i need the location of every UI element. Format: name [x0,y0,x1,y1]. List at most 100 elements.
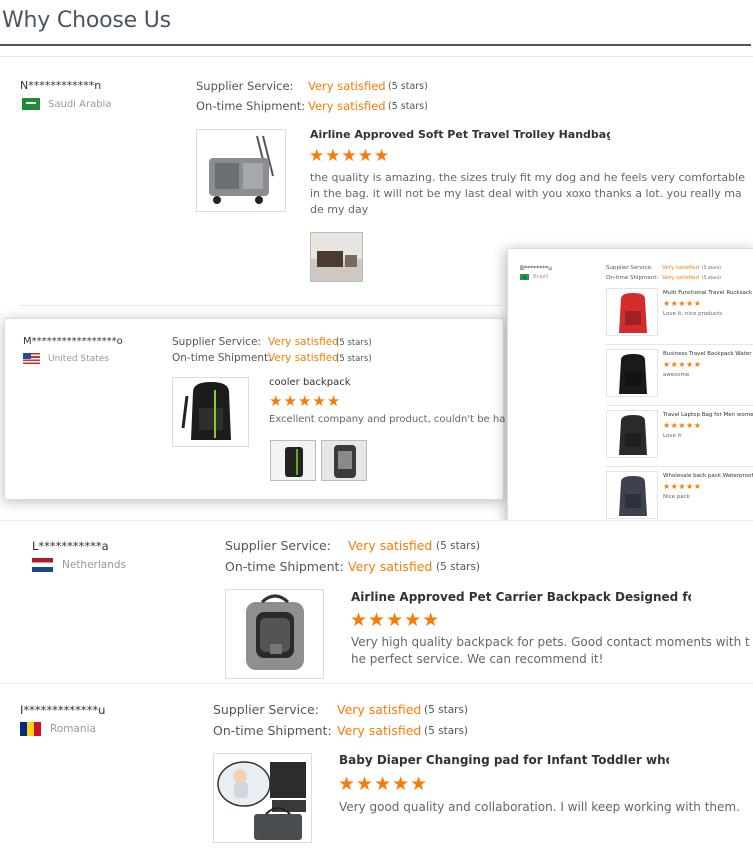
ontime-shipment-stars: (5 stars) [702,276,721,281]
review-comment: Nice pack [663,494,690,500]
rating-stars: ★★★★★ [663,360,702,369]
backpack-icon [619,293,647,333]
product-image[interactable] [606,471,658,519]
ontime-shipment-value: Very satisfied [337,723,422,738]
buyer-name: L***********a [32,539,109,553]
ontime-shipment-stars: (5 stars) [336,354,372,364]
ontime-shipment-stars: (5 stars) [436,561,481,573]
backpack-icon [619,415,647,455]
product-title[interactable]: Multi Functional Travel Rucksack [663,290,753,296]
rating-stars: ★★★★★ [338,774,429,795]
diaper-pad-icon [217,761,306,840]
buyer-country: United States [23,353,109,364]
review-photo-thumbnail[interactable] [310,232,363,282]
product-title[interactable]: Wholesale back pack Waterproof [663,473,753,479]
brazil-product-row: Travel Laptop Bag for Men wome ★★★★★ Love … [606,405,753,465]
photo-thumbnail-icon [322,441,366,480]
buyer-country: Saudi Arabia [22,98,111,110]
row-divider [606,466,753,467]
buyer-name: N************n [20,79,102,92]
romania-flag-icon [20,722,41,736]
country-name: United States [48,353,109,364]
buyer-name: B********u [520,265,552,272]
supplier-service-value: Very satisfied [337,702,422,717]
rating-stars: ★★★★★ [663,421,702,430]
backpack-icon [181,382,231,440]
review-comment: awesome [663,372,690,378]
supplier-service-stars: (5 stars) [424,704,469,716]
supplier-service-value: Very satisfied [308,79,386,93]
ontime-shipment-label: On-time Shipment: [225,559,344,574]
netherlands-flag-icon [32,558,53,572]
product-image-diaper-pad[interactable] [213,753,312,843]
card-divider [20,305,502,306]
product-image-pet-backpack[interactable] [225,589,324,679]
product-image[interactable] [606,288,658,336]
ontime-shipment-label: On-time Shipment: [172,352,272,364]
brazil-product-row: Wholesale back pack Waterproof ★★★★★ Nice … [606,466,753,526]
rating-stars: ★★★★★ [309,146,391,165]
country-name: Brazil [533,274,549,280]
supplier-service-label: Supplier Service: [196,79,294,93]
pet-backpack-icon [246,594,304,670]
review-card-romania: I*************u Romania Supplier Service… [0,683,753,859]
supplier-service-label: Supplier Service: [213,702,319,717]
product-title[interactable]: Travel Laptop Bag for Men wome [663,412,753,418]
buyer-name: I*************u [20,703,106,717]
product-image-pet-trolley[interactable] [196,129,286,212]
product-image[interactable] [606,410,658,458]
supplier-service-stars: (5 stars) [436,540,481,552]
product-title[interactable]: Airline Approved Soft Pet Travel Trolley… [310,128,610,141]
buyer-name: M*****************o [23,336,123,347]
review-comment: Love it [663,433,682,439]
ontime-shipment-label: On-time Shipment: [606,275,659,281]
country-name: Netherlands [62,559,127,571]
ontime-shipment-value: Very satisfied [662,275,700,281]
product-title[interactable]: cooler backpack [269,377,489,388]
brazil-product-row: Business Travel Backpack Water ★★★★★ aweso… [606,344,753,404]
review-comment: Very good quality and collaboration. I w… [339,800,740,814]
supplier-service-label: Supplier Service: [606,265,653,271]
review-photo-thumbnail[interactable] [321,440,367,481]
product-image-cooler-backpack[interactable] [172,377,249,447]
row-divider [606,405,753,406]
ontime-shipment-value: Very satisfied [348,559,433,574]
saudi-flag-icon [22,98,40,110]
supplier-service-stars: (5 stars) [388,81,428,92]
product-title[interactable]: Baby Diaper Changing pad for Infant Todd… [339,753,669,767]
country-name: Saudi Arabia [48,98,112,110]
buyer-country: Romania [20,722,96,736]
review-card-us: M*****************o United States Suppli… [4,318,505,500]
section-header: Why Choose Us [0,0,751,46]
brazil-product-row: Multi Functional Travel Rucksack ★★★★★ Lov… [606,285,753,343]
review-comment: Love it, nice products [663,311,723,317]
supplier-service-label: Supplier Service: [225,538,331,553]
review-photo-thumbnail[interactable] [270,440,316,481]
product-image[interactable] [606,349,658,397]
ontime-shipment-stars: (5 stars) [388,101,428,112]
supplier-service-stars: (5 stars) [702,266,721,271]
review-card-brazil: B********u Brazil Supplier Service: Very… [507,248,753,524]
supplier-service-value: Very satisfied [348,538,433,553]
rating-stars: ★★★★★ [269,393,342,410]
product-title[interactable]: Airline Approved Pet Carrier Backpack De… [351,590,691,604]
rating-stars: ★★★★★ [663,482,702,491]
backpack-icon [619,476,647,516]
review-comment: the quality is amazing. the sizes truly … [310,171,745,216]
ontime-shipment-stars: (5 stars) [424,725,469,737]
country-name: Romania [50,723,96,735]
ontime-shipment-value: Very satisfied [268,352,339,364]
product-title[interactable]: Business Travel Backpack Water [663,351,753,357]
row-divider [606,344,753,345]
us-flag-icon [23,353,40,364]
backpack-icon [619,354,647,394]
photo-thumbnail-icon [311,233,362,281]
brazil-flag-icon [520,274,529,280]
review-comment: Excellent company and product, couldn't … [269,414,505,425]
review-card-netherlands: L***********a Netherlands Supplier Servi… [0,520,753,680]
rating-stars: ★★★★★ [663,299,702,308]
pet-trolley-icon [209,135,274,204]
supplier-service-stars: (5 stars) [336,338,372,348]
photo-thumbnail-icon [271,441,315,480]
review-comment: Very high quality backpack for pets. Goo… [351,635,750,667]
